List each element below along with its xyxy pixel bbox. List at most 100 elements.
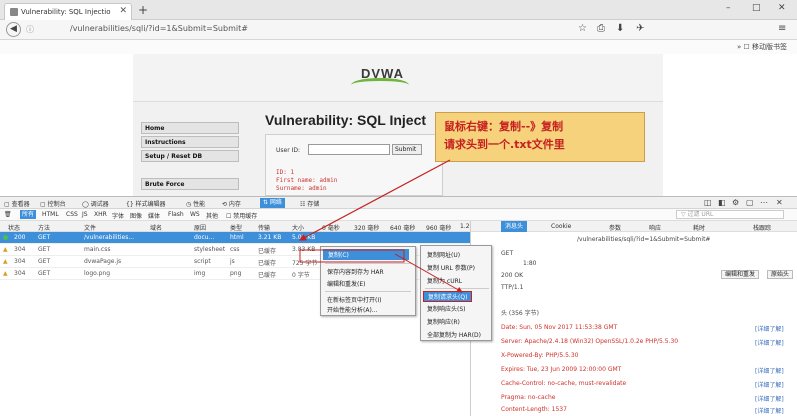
learn-more-link[interactable]: [详细了解] [755, 394, 784, 403]
minimize-button[interactable]: – [726, 3, 731, 13]
menu-start-profiling[interactable]: 开始性能分析(A)... [327, 305, 378, 314]
download-icon[interactable]: ⬇ [616, 23, 624, 34]
menu-copy-url-params[interactable]: 复制 URL 参数(P) [427, 263, 475, 272]
menu-instructions[interactable]: Instructions [141, 136, 239, 148]
menu-separator [325, 263, 411, 264]
filter-xhr[interactable]: XHR [94, 211, 107, 218]
trash-icon[interactable]: 🗑 [4, 211, 12, 218]
send-icon[interactable]: ✈ [636, 23, 644, 34]
site-info-icon[interactable]: ⓘ [26, 24, 34, 35]
col-method[interactable]: 方法 [38, 223, 50, 232]
user-id-input[interactable] [308, 144, 390, 155]
browser-tab[interactable]: Vulnerability: SQL Injectio ✕ [4, 3, 132, 20]
learn-more-link[interactable]: [详细了解] [755, 338, 784, 347]
dock-icon[interactable]: ◫ [704, 198, 712, 207]
menu-copy[interactable]: 复制(C) [323, 249, 409, 260]
row-status: 304 [14, 246, 26, 253]
back-button[interactable]: ◀ [6, 22, 21, 37]
library-icon[interactable]: ⎙ [597, 23, 605, 34]
col-size[interactable]: 大小 [292, 223, 304, 232]
menu-edit-resend[interactable]: 编辑和重发(E) [327, 279, 365, 288]
filter-flash[interactable]: Flash [168, 211, 184, 218]
filter-fonts[interactable]: 字体 [112, 211, 124, 220]
menu-save-har[interactable]: 保存内容到存为 HAR [327, 267, 384, 276]
tab-style-editor[interactable]: {} 样式编辑器 [126, 199, 166, 208]
row-transferred: 3.21 KB [258, 234, 282, 241]
close-devtools-icon[interactable]: ✕ [776, 198, 783, 207]
url-filter-input[interactable]: ▽ 过滤 URL [676, 210, 784, 219]
http-version: TTP/1.1 [501, 284, 524, 291]
row-method: GET [38, 234, 51, 241]
menu-icon[interactable]: ≡ [778, 23, 786, 34]
filter-html[interactable]: HTML [42, 211, 59, 218]
menu-open-new-tab[interactable]: 在新标签页中打开(I) [327, 295, 381, 304]
bookmark-star-icon[interactable]: ☆ [578, 23, 587, 34]
menu-home[interactable]: Home [141, 122, 239, 134]
undock-icon[interactable]: ▢ [746, 198, 754, 207]
tab-storage[interactable]: ☷ 存储 [300, 199, 319, 208]
edit-resend-button[interactable]: 编辑和重发 [721, 270, 760, 279]
menu-copy-response-headers[interactable]: 复制响应头(S) [427, 304, 466, 313]
tab-stack-trace[interactable]: 栈跟踪 [753, 223, 771, 232]
menu-copy-request-headers[interactable]: 复制请求头(Q) [423, 291, 473, 302]
navigation-toolbar: ◀ ⓘ /vulnerabilities/sqli/?id=1&Submit=S… [0, 20, 797, 40]
learn-more-link[interactable]: [详细了解] [755, 406, 784, 415]
copy-submenu: 复制网址(U) 复制 URL 参数(P) 复制为 cURL 复制请求头(Q) 复… [420, 245, 492, 341]
menu-copy-response[interactable]: 复制响应(R) [427, 317, 460, 326]
learn-more-link[interactable]: [详细了解] [755, 380, 784, 389]
settings-icon[interactable]: ⚙ [732, 198, 739, 207]
col-file[interactable]: 文件 [84, 223, 96, 232]
annotation-callout: 鼠标右键：复制--》复制 请求头到一个.txt文件里 [435, 112, 645, 162]
row-size: 725 字节 [292, 260, 318, 267]
filter-js[interactable]: JS [82, 211, 88, 218]
status-ok-icon [3, 235, 8, 240]
disable-cache-checkbox[interactable]: ☐ 禁用缓存 [226, 211, 257, 220]
tab-timings[interactable]: 耗时 [693, 223, 705, 232]
menu-copy-curl[interactable]: 复制为 cURL [427, 276, 462, 285]
tab-network[interactable]: ⇅ 网络 [260, 198, 285, 208]
maximize-button[interactable]: □ [752, 3, 761, 13]
raw-headers-button[interactable]: 原始头 [767, 270, 794, 279]
close-tab-icon[interactable]: ✕ [119, 6, 127, 16]
split-console-icon[interactable]: ◧ [718, 198, 726, 207]
tab-headers[interactable]: 消息头 [501, 221, 528, 232]
request-context-menu: 复制(C) 保存内容到存为 HAR 编辑和重发(E) 在新标签页中打开(I) 开… [320, 246, 416, 316]
more-icon[interactable]: ⋯ [760, 198, 768, 207]
submit-button[interactable]: Submit [392, 144, 422, 155]
details-tab-bar: 消息头 Cookie 参数 响应 耗时 栈跟踪 [470, 221, 797, 232]
col-status[interactable]: 状态 [8, 223, 20, 232]
menu-setup-reset-db[interactable]: Setup / Reset DB [141, 150, 239, 162]
menu-brute-force[interactable]: Brute Force [141, 178, 239, 190]
filter-images[interactable]: 图像 [130, 211, 142, 220]
tab-response[interactable]: 响应 [649, 223, 661, 232]
learn-more-link[interactable]: [详细了解] [755, 324, 784, 333]
tab-params[interactable]: 参数 [609, 223, 621, 232]
close-window-button[interactable]: ✕ [778, 3, 786, 13]
filter-other[interactable]: 其他 [206, 211, 218, 220]
filter-ws[interactable]: WS [190, 211, 200, 218]
menu-copy-url[interactable]: 复制网址(U) [427, 250, 460, 259]
mobile-bookmarks[interactable]: » ☐ 移动版书签 [737, 42, 787, 52]
tab-inspector[interactable]: ▢ 查看器 [4, 199, 30, 208]
filter-css[interactable]: CSS [66, 211, 78, 218]
col-domain[interactable]: 域名 [150, 223, 162, 232]
remote-address: 1:80 [523, 260, 537, 267]
tab-cookie[interactable]: Cookie [551, 223, 571, 230]
tab-performance[interactable]: ◷ 性能 [186, 199, 205, 208]
request-row[interactable]: 200 GET /vulnerabilities... docu... html… [0, 232, 470, 244]
tab-debugger[interactable]: ◯ 调试器 [82, 199, 109, 208]
menu-copy-all-har[interactable]: 全部复制为 HAR(D) [427, 330, 481, 339]
new-tab-button[interactable]: + [138, 3, 148, 17]
col-transferred[interactable]: 传输 [258, 223, 270, 232]
header-line: Expires: Tue, 23 Jun 2009 12:00:00 GMT [501, 366, 622, 373]
col-type[interactable]: 类型 [230, 223, 242, 232]
tab-memory[interactable]: ⟲ 内存 [222, 199, 241, 208]
dvwa-logo: DVWA [351, 64, 411, 94]
tab-console[interactable]: ▢ 控制台 [40, 199, 66, 208]
row-file: /vulnerabilities... [84, 234, 135, 241]
filter-media[interactable]: 媒体 [148, 211, 160, 220]
col-cause[interactable]: 原因 [194, 223, 206, 232]
learn-more-link[interactable]: [详细了解] [755, 366, 784, 375]
filter-all[interactable]: 所有 [20, 210, 37, 219]
url-bar[interactable]: /vulnerabilities/sqli/?id=1&Submit=Submi… [70, 24, 248, 33]
